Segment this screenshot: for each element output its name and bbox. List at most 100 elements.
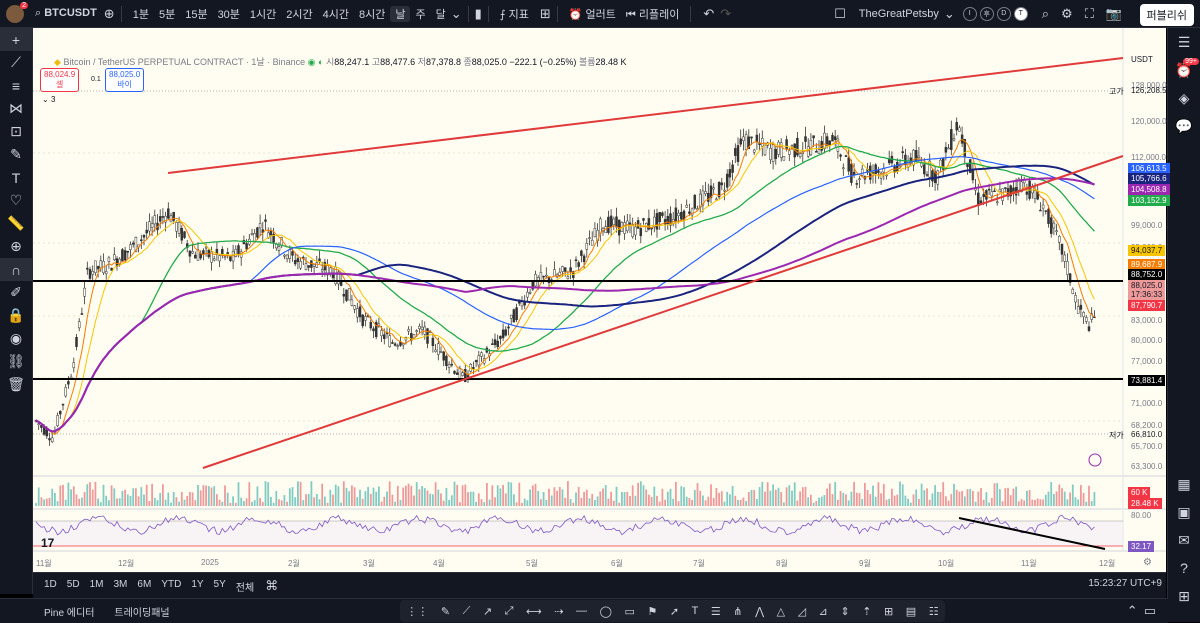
trend-line-icon[interactable]: ⟋ bbox=[463, 605, 471, 618]
range-button-6[interactable]: 1Y bbox=[186, 579, 208, 594]
apps-icon[interactable]: ⊞ bbox=[1168, 582, 1200, 610]
pattern-icon[interactable]: ⋀ bbox=[755, 605, 764, 618]
message-icon[interactable]: ✉ bbox=[1168, 526, 1200, 554]
ruler-icon[interactable]: ◿ bbox=[798, 605, 806, 618]
user-avatar[interactable]: 2 bbox=[6, 1, 28, 23]
interval-3[interactable]: 30분 bbox=[213, 6, 245, 22]
arrow-icon[interactable]: ➚ bbox=[670, 605, 679, 618]
maximize-icon[interactable]: ▭ bbox=[1144, 603, 1156, 619]
text-icon[interactable]: T bbox=[692, 605, 699, 617]
eye-icon[interactable]: ◉ bbox=[0, 327, 32, 350]
rectangle-icon[interactable]: ▭ bbox=[624, 605, 634, 618]
pine-editor-tab[interactable]: Pine 에디터 bbox=[34, 604, 104, 619]
interval-9[interactable]: 주 bbox=[410, 6, 430, 22]
layout-name[interactable]: TheGreatPetsby bbox=[854, 8, 944, 20]
trend-line-icon[interactable]: ⟋ bbox=[0, 51, 32, 74]
interval-2[interactable]: 15분 bbox=[180, 6, 212, 22]
publish-button[interactable]: 퍼블리쉬 bbox=[1139, 4, 1194, 26]
range-button-8[interactable]: 전체 bbox=[231, 579, 259, 594]
chat-icon[interactable]: 💬 bbox=[1168, 112, 1200, 140]
chart-pane[interactable]: ◆ Bitcoin / TetherUS PERPETUAL CONTRACT … bbox=[33, 28, 1170, 572]
interval-1[interactable]: 5분 bbox=[154, 6, 180, 22]
horizontal-ray-icon[interactable]: ⇢ bbox=[554, 605, 563, 618]
range-button-4[interactable]: 6M bbox=[132, 579, 156, 594]
flag-icon[interactable]: ◐ bbox=[318, 57, 323, 67]
range-button-3[interactable]: 3M bbox=[109, 579, 133, 594]
flag-icon[interactable]: ⚑ bbox=[647, 605, 657, 618]
currency-label[interactable]: USDT bbox=[1131, 55, 1153, 64]
grip-icon[interactable]: ⋮⋮ bbox=[406, 605, 428, 618]
link-icon[interactable]: ⛓ bbox=[0, 350, 32, 373]
calendar-icon[interactable]: ▦ bbox=[1168, 470, 1200, 498]
interval-10[interactable]: 달 bbox=[431, 6, 451, 22]
chevron-down-icon[interactable]: ⌄ bbox=[451, 6, 462, 22]
ray-icon[interactable]: ↗ bbox=[483, 605, 492, 618]
range-button-0[interactable]: 1D bbox=[39, 579, 62, 594]
status-badge-0[interactable]: I bbox=[962, 6, 977, 21]
undo-icon[interactable]: ↶ bbox=[703, 6, 714, 22]
fib-icon[interactable]: ☰ bbox=[711, 605, 721, 618]
pattern-icon[interactable]: ⋈ bbox=[0, 97, 32, 120]
zoom-icon[interactable]: ⊕ bbox=[0, 235, 32, 258]
axis-settings-icon[interactable]: ⚙ bbox=[1143, 557, 1152, 568]
add-symbol-icon[interactable]: ⊕ bbox=[104, 6, 115, 22]
long-position-icon[interactable]: ⇡ bbox=[862, 605, 871, 618]
brush-icon[interactable]: ✎ bbox=[441, 605, 450, 618]
sell-button[interactable]: 88,024.9 셀 bbox=[40, 68, 80, 92]
indicators-collapse[interactable]: ⌄ 3 bbox=[42, 95, 55, 104]
status-badge-3[interactable]: T bbox=[1013, 6, 1028, 21]
replay-button[interactable]: ⏮ 리플레이 bbox=[621, 6, 684, 22]
interval-8[interactable]: 날 bbox=[390, 5, 411, 22]
fullscreen-icon[interactable]: ⛶ bbox=[1085, 6, 1094, 22]
heart-icon[interactable]: ♡ bbox=[0, 189, 32, 212]
grid-icon[interactable]: ⊞ bbox=[884, 605, 893, 618]
list-icon[interactable]: ☷ bbox=[929, 605, 939, 618]
extended-line-icon[interactable]: ⤢ bbox=[505, 605, 514, 618]
interval-5[interactable]: 2시간 bbox=[281, 6, 317, 22]
projection-icon[interactable]: ⊡ bbox=[0, 120, 32, 143]
trading-panel-tab[interactable]: 트레이딩패널 bbox=[104, 604, 179, 619]
magnet-icon[interactable]: ∩ bbox=[0, 258, 32, 281]
camera-icon[interactable]: 📷 bbox=[1106, 6, 1122, 22]
lock-icon[interactable]: 🔒 bbox=[0, 304, 32, 327]
price-chart-svg[interactable] bbox=[33, 28, 1166, 572]
triangle-icon[interactable]: △ bbox=[777, 605, 785, 618]
alerts-icon[interactable]: ⏰ 99+ bbox=[1168, 56, 1200, 84]
watchlist-icon[interactable]: ☰ bbox=[1168, 28, 1200, 56]
symbol-search[interactable]: ⌕ BTCUSDT bbox=[30, 7, 102, 20]
range-button-5[interactable]: YTD bbox=[156, 579, 186, 594]
horizontal-line-icon[interactable]: — bbox=[576, 605, 587, 617]
table-icon[interactable]: ▤ bbox=[906, 605, 916, 618]
trash-icon[interactable]: 🗑 bbox=[0, 373, 32, 396]
clock[interactable]: 15:23:27 UTC+9 bbox=[1088, 578, 1162, 589]
visibility-icon[interactable]: ◉ bbox=[308, 57, 316, 67]
date-range-icon[interactable]: ⌘ bbox=[265, 578, 278, 594]
range-button-1[interactable]: 5D bbox=[62, 579, 85, 594]
layers-icon[interactable]: ◈ bbox=[1168, 84, 1200, 112]
interval-7[interactable]: 8시간 bbox=[354, 6, 390, 22]
alert-button[interactable]: ⏰ 얼러트 bbox=[564, 6, 621, 22]
range-button-2[interactable]: 1M bbox=[85, 579, 109, 594]
info-line-icon[interactable]: ⟷ bbox=[526, 605, 542, 618]
ruler-icon[interactable]: 📏 bbox=[0, 212, 32, 235]
chevron-up-icon[interactable]: ⌃ bbox=[1127, 603, 1138, 619]
settings-icon[interactable]: ⚙ bbox=[1061, 6, 1073, 22]
text-icon[interactable]: T bbox=[0, 166, 32, 189]
redo-icon[interactable]: ↷ bbox=[720, 6, 731, 22]
quick-search-icon[interactable]: ⌕ bbox=[1042, 6, 1049, 22]
help-icon[interactable]: ? bbox=[1168, 554, 1200, 582]
interval-0[interactable]: 1분 bbox=[128, 6, 154, 22]
interval-4[interactable]: 1시간 bbox=[245, 6, 281, 22]
brush-icon[interactable]: ✎ bbox=[0, 143, 32, 166]
projection-icon[interactable]: ⊿ bbox=[819, 605, 828, 618]
status-badge-1[interactable]: 후 bbox=[979, 6, 994, 21]
range-button-7[interactable]: 5Y bbox=[209, 579, 231, 594]
buy-button[interactable]: 88,025.0 바이 bbox=[105, 68, 145, 92]
lock-drawing-icon[interactable]: ✐ bbox=[0, 281, 32, 304]
indicators-button[interactable]: ⨍ 지표 bbox=[495, 6, 534, 22]
chevron-down-icon[interactable]: ⌄ bbox=[944, 6, 955, 22]
status-badge-2[interactable]: D bbox=[996, 6, 1011, 21]
layout-checkbox-icon[interactable]: ☐ bbox=[834, 6, 846, 22]
price-range-icon[interactable]: ⇕ bbox=[840, 605, 849, 618]
circle-icon[interactable]: ◯ bbox=[600, 605, 612, 618]
